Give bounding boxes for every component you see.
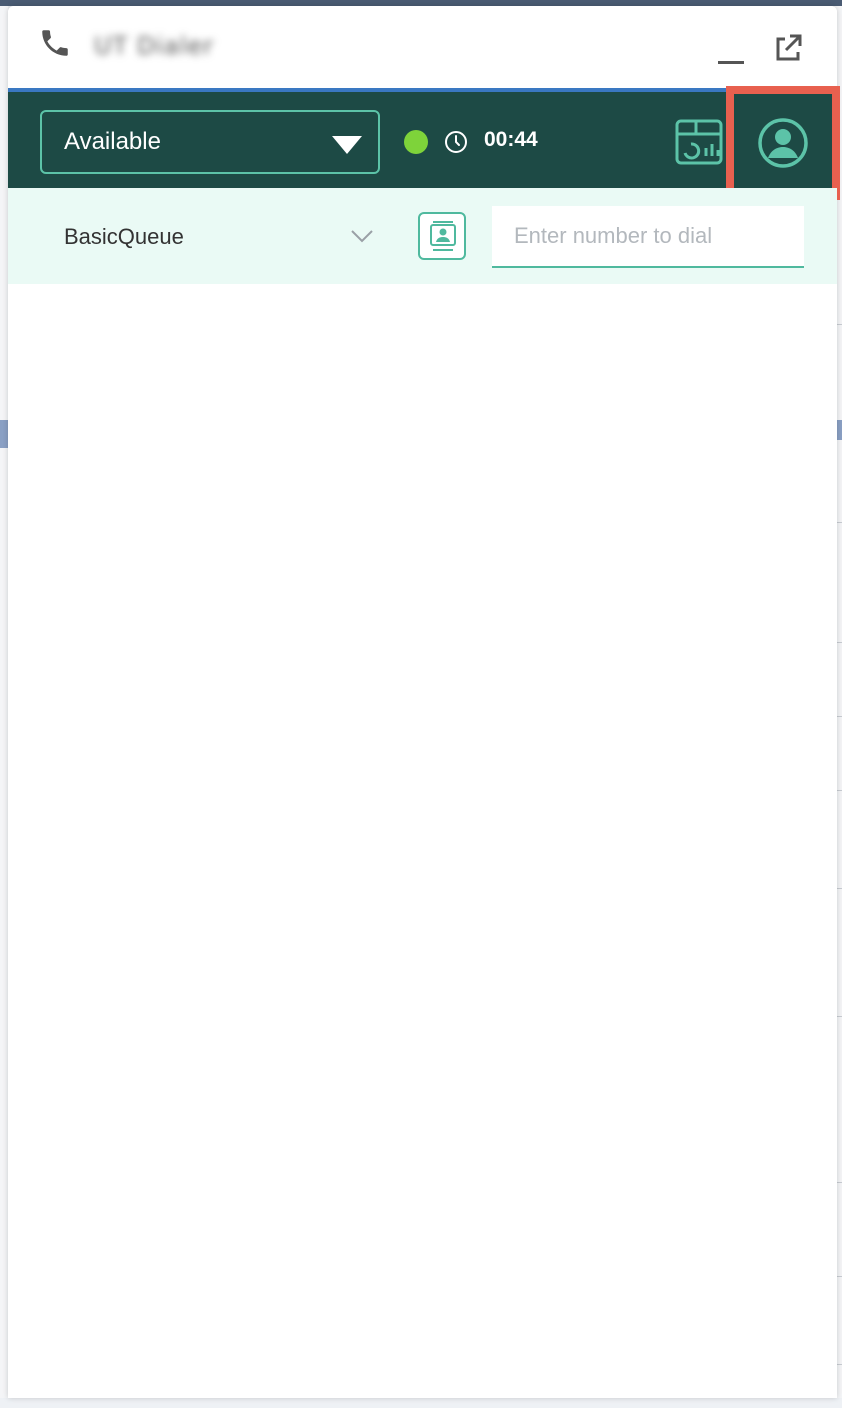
agent-status-dropdown[interactable]: Available [40, 110, 380, 174]
dashboard-chart-icon [675, 119, 723, 165]
background-page-left [0, 6, 8, 1408]
agent-status-bar: Available 00:44 [8, 86, 840, 200]
clock-icon [444, 130, 468, 154]
widget-titlebar: UT Dialer [8, 6, 837, 88]
contacts-button[interactable] [418, 212, 466, 260]
phone-icon [38, 26, 72, 60]
minimize-button[interactable] [716, 36, 748, 66]
popout-button[interactable] [772, 32, 804, 64]
window-title: UT Dialer [94, 32, 215, 60]
dialer-content-area [8, 284, 837, 1394]
dial-number-input[interactable] [492, 206, 804, 268]
dashboard-button[interactable] [674, 118, 724, 166]
profile-button[interactable] [726, 86, 840, 200]
dialer-widget: UT Dialer Available 00:44 BasicQueue Ent… [8, 6, 840, 1398]
status-timer: 00:44 [484, 128, 538, 151]
agent-status-label: Available [64, 128, 161, 155]
caret-down-icon [332, 136, 362, 154]
dial-bar: BasicQueue [8, 188, 837, 284]
background-page-footer [0, 1398, 842, 1408]
contact-card-icon [430, 221, 456, 251]
chevron-down-icon [350, 224, 374, 248]
queue-dropdown[interactable]: BasicQueue [64, 208, 374, 264]
queue-label: BasicQueue [64, 224, 184, 249]
status-indicator [404, 130, 428, 154]
user-profile-icon [758, 118, 808, 168]
external-link-icon [776, 34, 802, 61]
